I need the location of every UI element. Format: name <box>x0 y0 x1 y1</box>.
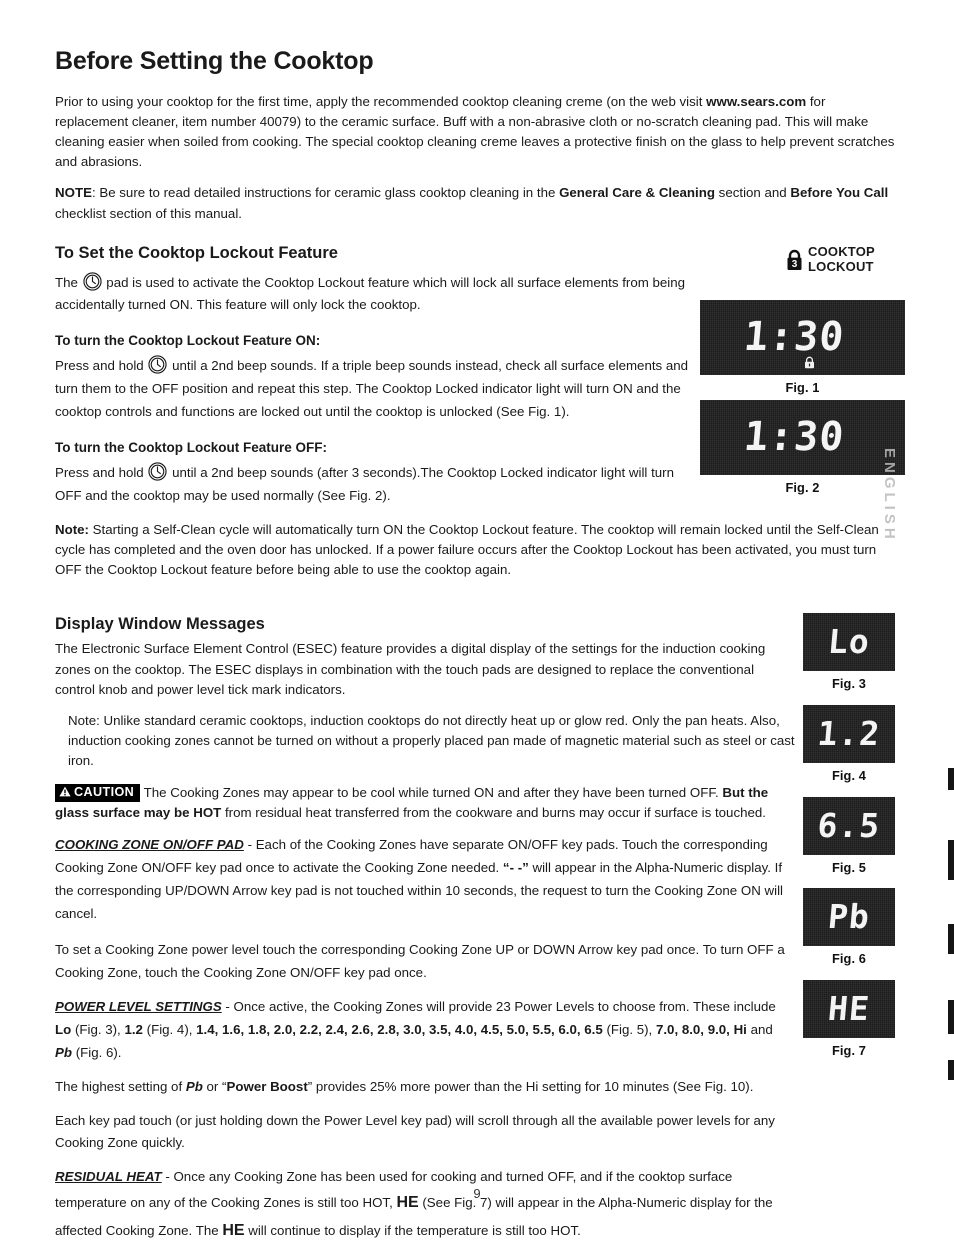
zone-pad-heading: COOKING ZONE ON/OFF PAD <box>55 836 244 852</box>
esec-paragraph: The Electronic Surface Element Control (… <box>55 641 766 697</box>
display-value-fig1: 1:30 <box>741 314 847 360</box>
boost-text-a: The highest setting of <box>55 1078 186 1094</box>
display-value-fig3: Lo <box>826 622 872 661</box>
power-level-list-2: 7.0, 8.0, 9.0, Hi <box>655 1021 747 1037</box>
display-screen-fig2: 1:30 <box>700 400 905 475</box>
zone-pad-paragraph: COOKING ZONE ON/OFF PAD - Each of the Co… <box>55 834 790 925</box>
lockout-off-a: Press and hold <box>55 465 148 481</box>
he-code-2: HE <box>222 1221 245 1239</box>
power-level-1-2: 1.2 <box>124 1021 143 1037</box>
residual-heat-heading: RESIDUAL HEAT <box>55 1169 162 1185</box>
boost-pb: Pb <box>185 1078 203 1094</box>
manual-page: Before Setting the Cooktop Prior to usin… <box>0 0 954 1239</box>
display-value-fig2: 1:30 <box>741 414 847 460</box>
note-text-c: checklist section of this manual. <box>55 205 242 221</box>
figure-caption-fig1: Fig. 1 <box>785 380 820 395</box>
power-fig5-ref: (Fig. 5), <box>602 1021 656 1037</box>
power-fig4-ref: (Fig. 4), <box>142 1021 197 1037</box>
intro-paragraph: Prior to using your cooktop for the firs… <box>55 92 900 173</box>
note-label: NOTE <box>55 185 92 201</box>
induction-note-paragraph: Note: Unlike standard ceramic cooktops, … <box>68 712 795 769</box>
lockout-intro-a: The <box>55 274 82 290</box>
scan-edge-artifact <box>948 1060 954 1080</box>
dash-dash-display-value: “- -” <box>502 859 529 875</box>
intro-text-a: Prior to using your cooktop for the firs… <box>55 93 707 109</box>
figure-fig1: 1:30 Fig. 1 <box>700 300 905 395</box>
figure-caption-fig3: Fig. 3 <box>831 676 867 691</box>
selfclean-note-label: Note: <box>55 521 89 537</box>
lock-indicator-icon <box>804 356 815 369</box>
display-value-fig4: 1.2 <box>815 714 883 753</box>
general-care-ref: General Care & Cleaning <box>559 185 715 201</box>
power-fig3-ref: (Fig. 3), <box>71 1021 125 1037</box>
power-and: and <box>746 1021 773 1037</box>
selfclean-note-text: Starting a Self-Clean cycle will automat… <box>55 521 879 578</box>
figure-caption-fig6: Fig. 6 <box>831 951 867 966</box>
figure-fig4: 1.2 Fig. 4 <box>803 705 895 783</box>
power-boost-paragraph: The highest setting of Pb or “Power Boos… <box>55 1076 790 1099</box>
display-screen-fig1: 1:30 <box>700 300 905 375</box>
note-paragraph: NOTE: Be sure to read detailed instructi… <box>55 183 900 223</box>
power-text-a: - Once active, the Cooking Zones will pr… <box>221 999 776 1015</box>
display-section-heading: Display Window Messages <box>55 614 265 633</box>
display-screen-fig3: Lo <box>803 613 895 671</box>
note-text-a: : Be sure to read detailed instructions … <box>91 185 560 201</box>
lockout-on-a: Press and hold <box>55 358 148 374</box>
note-text-b: section and <box>714 185 791 201</box>
scan-edge-artifact <box>948 1000 954 1034</box>
display-value-fig7: HE <box>826 989 872 1028</box>
caution-text-b: from residual heat transferred from the … <box>221 804 766 820</box>
caution-label: CAUTION <box>74 784 135 799</box>
lockout-intro-paragraph: The pad is used to activate the Cooktop … <box>55 271 700 318</box>
before-you-call-ref: Before You Call <box>790 185 889 201</box>
figure-fig3: Lo Fig. 3 <box>803 613 895 691</box>
display-screen-fig7: HE <box>803 980 895 1038</box>
display-screen-fig6: Pb <box>803 888 895 946</box>
power-levels-paragraph: POWER LEVEL SETTINGS - Once active, the … <box>55 996 790 1065</box>
scan-edge-artifact <box>948 768 954 790</box>
figure-fig2: 1:30 Fig. 2 <box>700 400 905 495</box>
power-level-list-1: 1.4, 1.6, 1.8, 2.0, 2.2, 2.4, 2.6, 2.8, … <box>196 1021 603 1037</box>
residual-heat-paragraph: RESIDUAL HEAT - Once any Cooking Zone ha… <box>55 1166 790 1244</box>
figure-fig7: HE Fig. 7 <box>803 980 895 1058</box>
figure-fig5: 6.5 Fig. 5 <box>803 797 895 875</box>
figure-caption-fig5: Fig. 5 <box>831 860 867 875</box>
boost-text-b: or “ <box>202 1078 227 1094</box>
display-screen-fig5: 6.5 <box>803 797 895 855</box>
display-value-fig5: 6.5 <box>815 806 883 845</box>
page-number: 9 <box>473 1186 481 1201</box>
cooktop-lockout-pad-icon <box>148 462 168 481</box>
scan-edge-artifact <box>948 924 954 954</box>
caution-badge: CAUTION <box>55 783 141 803</box>
cooktop-lockout-pad-icon <box>148 355 168 375</box>
figure-caption-fig7: Fig. 7 <box>831 1043 867 1058</box>
caution-paragraph: CAUTION The Cooking Zones may appear to … <box>55 783 790 823</box>
lockout-intro-b: pad is used to activate the Cooktop Lock… <box>55 274 686 313</box>
boost-text-c: ” provides 25% more power than the Hi se… <box>307 1078 754 1094</box>
power-level-lo: Lo <box>55 1021 72 1037</box>
page-content: Before Setting the Cooktop Prior to usin… <box>55 47 900 1255</box>
lockout-off-paragraph: Press and hold until a 2nd beep sounds (… <box>55 462 700 508</box>
figure-caption-fig4: Fig. 4 <box>831 768 867 783</box>
cooktop-lockout-pad-icon <box>82 271 102 291</box>
set-power-paragraph: To set a Cooking Zone power level touch … <box>55 942 785 981</box>
figure-caption-fig2: Fig. 2 <box>785 480 820 495</box>
figure-fig6: Pb Fig. 6 <box>803 888 895 966</box>
scroll-paragraph: Each key pad touch (or just holding down… <box>55 1112 775 1151</box>
power-fig6-ref: (Fig. 6). <box>72 1044 122 1060</box>
warning-triangle-icon <box>59 786 71 797</box>
power-level-pb: Pb <box>55 1044 72 1060</box>
caution-text-a: The Cooking Zones may appear to be cool … <box>140 784 723 800</box>
sears-url: www.sears.com <box>706 93 807 109</box>
power-level-settings-heading: POWER LEVEL SETTINGS <box>55 999 222 1015</box>
page-title: Before Setting the Cooktop <box>55 47 374 75</box>
display-value-fig6: Pb <box>826 897 872 936</box>
display-screen-fig4: 1.2 <box>803 705 895 763</box>
power-boost-label: Power Boost <box>226 1078 308 1094</box>
scan-edge-artifact <box>948 840 954 880</box>
selfclean-note-paragraph: Note: Starting a Self-Clean cycle will a… <box>55 520 900 581</box>
lockout-on-paragraph: Press and hold until a 2nd beep sounds. … <box>55 355 700 424</box>
residual-text-c: will continue to display if the temperat… <box>244 1222 581 1238</box>
lockout-section-heading: To Set the Cooktop Lockout Feature <box>55 243 338 262</box>
